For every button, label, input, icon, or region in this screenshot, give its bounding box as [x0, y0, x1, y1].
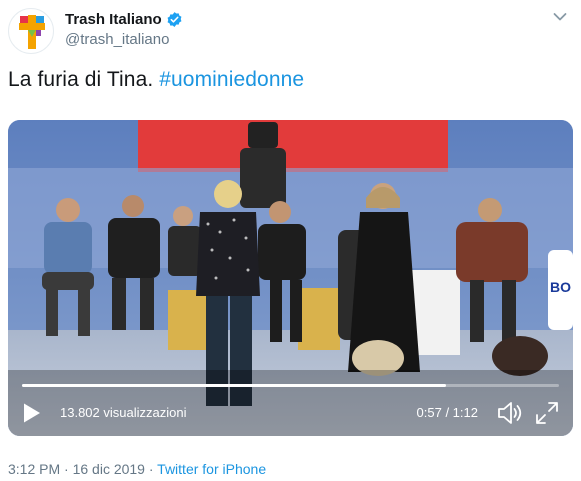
- tweet-text: La furia di Tina. #uominiedonne: [8, 68, 304, 92]
- progress-bar[interactable]: [22, 384, 559, 387]
- hashtag-link[interactable]: #uominiedonne: [159, 68, 304, 91]
- chevron-down-icon[interactable]: [553, 12, 567, 22]
- verified-icon: [167, 12, 182, 27]
- display-name[interactable]: Trash Italiano: [65, 11, 162, 28]
- tweet-footer: 3:12 PM · 16 dic 2019 · Twitter for iPho…: [8, 461, 266, 477]
- display-name-row: Trash Italiano: [65, 11, 183, 28]
- video-controls: 13.802 visualizzazioni 0:57 / 1:12: [8, 372, 573, 436]
- view-count: 13.802 visualizzazioni: [60, 405, 187, 420]
- fullscreen-icon[interactable]: [535, 401, 559, 425]
- tweet-header: Trash Italiano @trash_italiano: [0, 0, 581, 62]
- scene-sign: BO: [550, 279, 571, 295]
- handle[interactable]: @trash_italiano: [65, 31, 183, 48]
- logo-icon: [19, 15, 45, 49]
- tweet-body: La furia di Tina.: [8, 68, 154, 91]
- volume-icon[interactable]: [497, 401, 523, 425]
- timestamp-link[interactable]: 3:12 PM · 16 dic 2019 ·: [8, 461, 157, 477]
- time-display: 0:57 / 1:12: [416, 405, 478, 420]
- play-icon[interactable]: [22, 402, 42, 424]
- source-link[interactable]: Twitter for iPhone: [157, 461, 266, 477]
- avatar[interactable]: [8, 8, 54, 54]
- author-names: Trash Italiano @trash_italiano: [65, 11, 183, 48]
- video-player[interactable]: BO 13.802 visualizzazioni 0:57 / 1:12: [8, 120, 573, 436]
- progress-fill: [22, 384, 447, 387]
